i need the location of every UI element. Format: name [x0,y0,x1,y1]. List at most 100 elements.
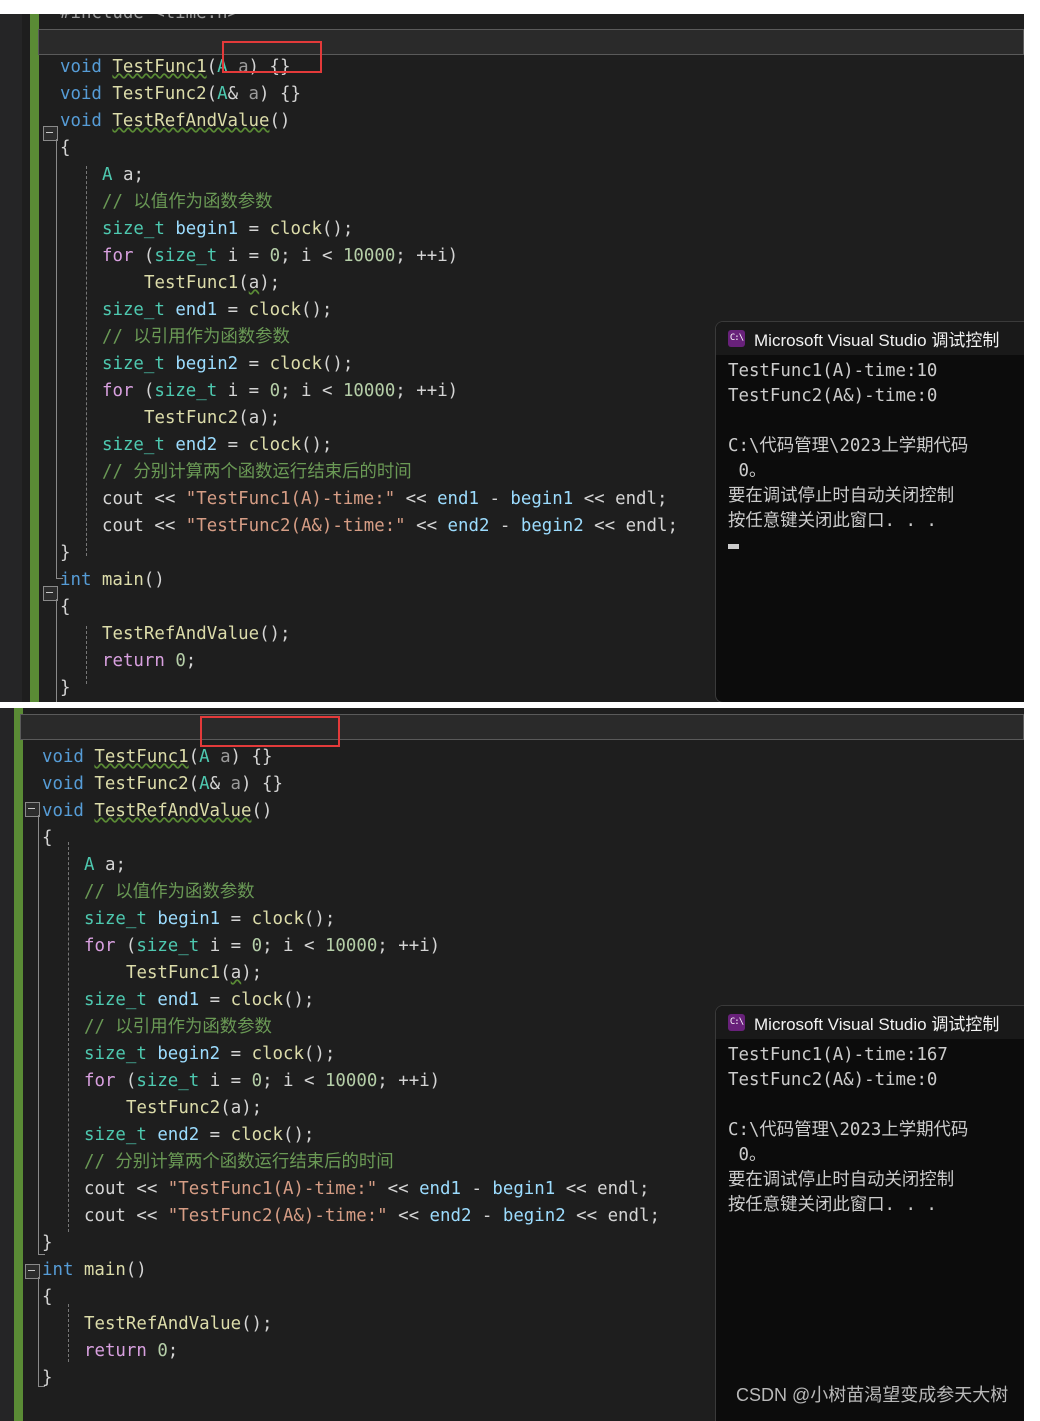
code-line[interactable]: return 0; [102,648,196,675]
code-token: for [102,381,134,401]
console-titlebar-bottom[interactable]: C:\ Microsoft Visual Studio 调试控制 [716,1006,1040,1039]
code-line[interactable]: } [42,1365,52,1392]
code-token: (); [300,435,333,455]
code-token: TestFunc2 [112,84,207,104]
code-line[interactable]: cout << "TestFunc1(A)-time:" << end1 - b… [84,1176,649,1203]
code-token: ) [230,747,242,767]
console-output-top: TestFunc1(A)-time:10 TestFunc2(A&)-time:0… [716,355,1040,534]
current-line-highlight-bottom [20,714,1024,740]
code-token: } [60,543,71,563]
code-line[interactable]: cout << "TestFunc2(A&)-time:" << end2 - … [84,1203,660,1230]
code-token: ; [262,1071,284,1091]
code-token: - [460,1179,493,1199]
code-token: (); [282,990,315,1010]
code-line[interactable]: return 0; [84,1338,178,1365]
code-line[interactable]: { [60,594,70,621]
code-line[interactable]: size_t end1 = clock(); [102,297,332,324]
code-line[interactable]: TestFunc2(a); [144,405,280,432]
code-token: begin1 [510,489,574,509]
code-line[interactable]: TestRefAndValue(); [102,621,290,648]
console-title-text: Microsoft Visual Studio 调试控制 [754,331,1000,350]
code-line[interactable]: TestFunc1(a); [126,960,262,987]
code-line[interactable]: size_t end1 = clock(); [84,987,314,1014]
console-line: TestFunc2(A&)-time:0 [728,386,938,406]
code-token: ( [238,273,249,293]
code-line[interactable]: { [42,1284,52,1311]
code-line[interactable]: void TestFunc1(A a) {} [42,744,272,771]
code-token: TestFunc2 [144,408,239,428]
code-line[interactable]: size_t end2 = clock(); [84,1122,314,1149]
code-token: size_t [84,990,147,1010]
code-token: a [230,1098,242,1118]
code-token: int [60,570,92,590]
code-token: size_t [102,300,165,320]
code-line[interactable]: // 分别计算两个函数运行结束后的时间 [102,459,412,486]
code-line[interactable]: size_t begin2 = clock(); [84,1041,335,1068]
console-titlebar-top[interactable]: C:\ Microsoft Visual Studio 调试控制 [716,322,1040,355]
code-token: TestFunc2 [126,1098,221,1118]
code-line[interactable]: TestFunc1(a); [144,270,280,297]
code-token: 10000 [324,936,378,956]
code-line[interactable]: size_t begin1 = clock(); [84,906,335,933]
code-line[interactable]: void TestRefAndValue() [42,798,272,825]
code-line[interactable]: cout << "TestFunc2(A&)-time:" << end2 - … [102,513,678,540]
code-line[interactable]: { [42,825,52,852]
code-token: void [60,111,102,131]
code-line[interactable]: int main() [60,567,165,594]
code-token: clock [230,1125,283,1145]
code-line[interactable]: // 以值作为函数参数 [84,879,255,906]
code-line[interactable]: size_t begin1 = clock(); [102,216,353,243]
code-line[interactable]: for (size_t i = 0; i < 10000; ++i) [84,933,440,960]
code-line[interactable]: { [60,135,70,162]
code-line[interactable]: void TestFunc2(A& a) {} [60,81,301,108]
code-line[interactable]: // 以值作为函数参数 [102,189,273,216]
code-line[interactable]: // 以引用作为函数参数 [102,324,290,351]
code-line[interactable]: void TestFunc2(A& a) {} [42,771,283,798]
code-line[interactable]: size_t begin2 = clock(); [102,351,353,378]
code-line[interactable]: cout << "TestFunc1(A)-time:" << end1 - b… [102,486,667,513]
code-line[interactable]: for (size_t i = 0; i < 10000; ++i) [102,243,458,270]
code-token: ); [241,1098,263,1118]
debug-console-window-bottom[interactable]: C:\ Microsoft Visual Studio 调试控制 TestFun… [716,1006,1040,1421]
code-line[interactable]: size_t end2 = clock(); [102,432,332,459]
code-line[interactable]: } [42,1230,52,1257]
code-token: 10000 [324,1071,378,1091]
code-line[interactable]: A a; [102,162,144,189]
code-line[interactable]: TestRefAndValue(); [84,1311,272,1338]
code-token: ; [280,246,302,266]
code-token: = [238,354,270,374]
code-token: size_t [102,354,165,374]
code-token: = [217,435,249,455]
code-line[interactable]: int main() [42,1257,147,1284]
indent-guide-main-top [86,626,87,684]
code-token: ; [280,381,302,401]
code-line[interactable]: } [60,675,70,702]
code-line[interactable]: #include <time.h> [60,14,238,27]
code-token: void [42,801,84,821]
code-token: a [248,273,260,293]
code-line[interactable]: for (size_t i = 0; i < 10000; ++i) [102,378,458,405]
code-line[interactable]: TestFunc2(a); [126,1095,262,1122]
code-token: } [42,1233,53,1253]
code-line[interactable]: // 分别计算两个函数运行结束后的时间 [84,1149,394,1176]
debug-console-window-top[interactable]: C:\ Microsoft Visual Studio 调试控制 TestFun… [716,322,1040,702]
code-token: = [220,1071,252,1091]
code-line[interactable]: A a; [84,852,126,879]
indent-guide-function-top [86,166,87,556]
code-token: a [122,165,134,185]
console-line: TestFunc2(A&)-time:0 [728,1070,938,1090]
code-token: () [125,1260,147,1280]
code-line[interactable]: void TestRefAndValue() [60,108,290,135]
code-token: cout [84,1179,126,1199]
code-line[interactable]: } [60,540,70,567]
code-token: ) [259,84,270,104]
code-line[interactable]: for (size_t i = 0; i < 10000; ++i) [84,1068,440,1095]
code-token: ); [241,963,263,983]
code-line[interactable]: // 以引用作为函数参数 [84,1014,272,1041]
code-token: "TestFunc2(A&)-time:" [167,1206,388,1226]
